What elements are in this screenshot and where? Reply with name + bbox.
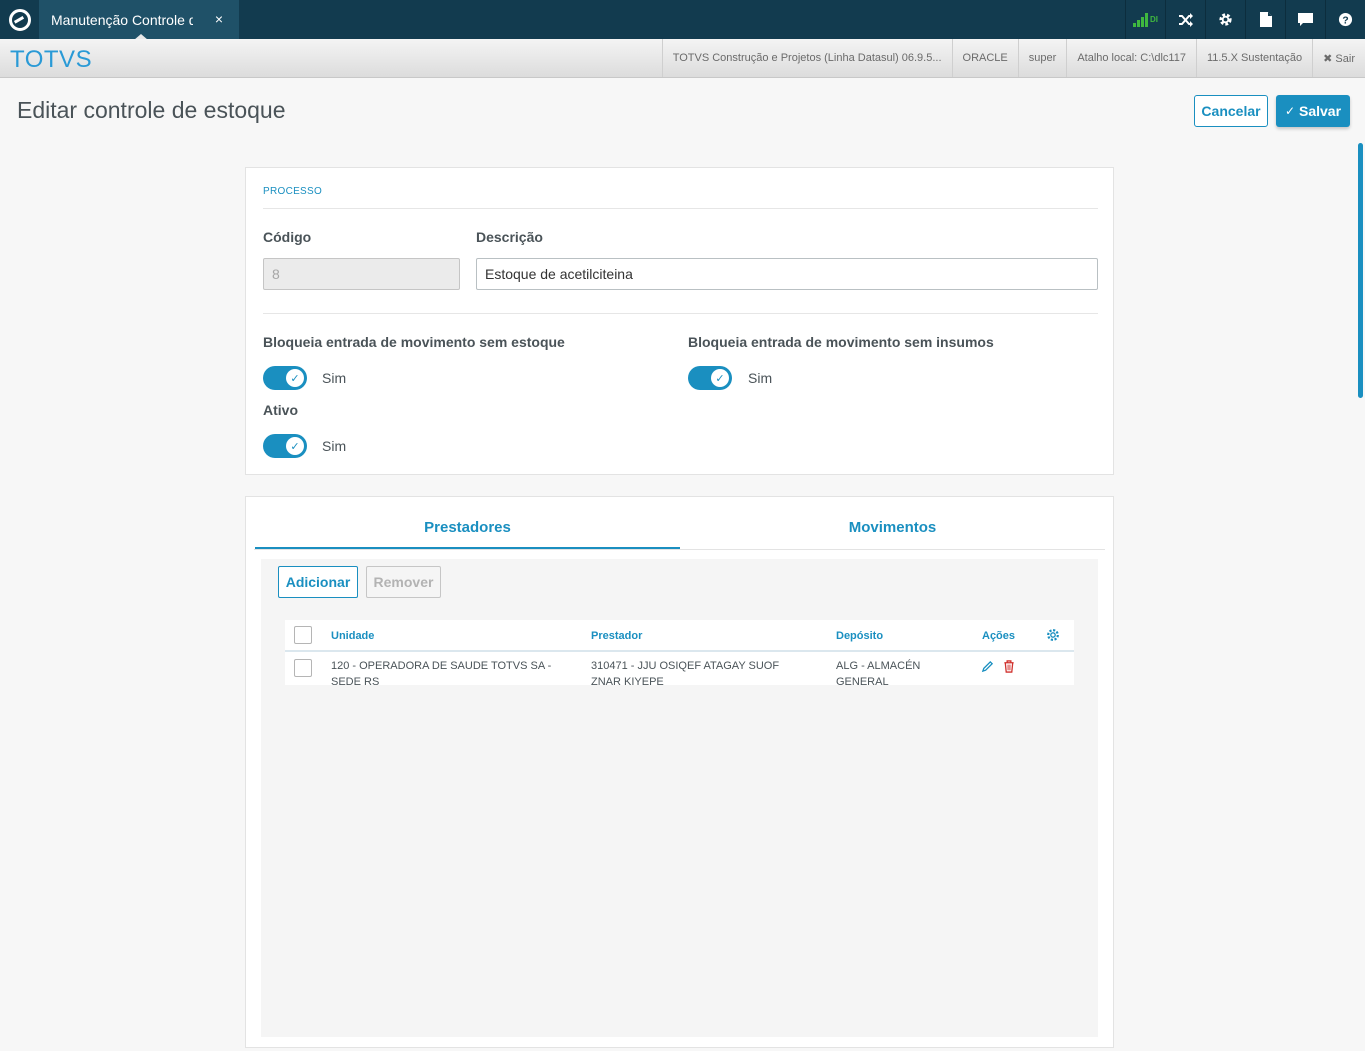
bloqueia-estoque-switch[interactable]: ✓ bbox=[263, 366, 307, 390]
descricao-field[interactable]: Estoque de acetilciteina bbox=[476, 258, 1098, 290]
ativo-switch[interactable]: ✓ bbox=[263, 434, 307, 458]
cell-unidade: 120 - OPERADORA DE SAUDE TOTVS SA - SEDE… bbox=[331, 660, 552, 688]
help-icon[interactable]: ? bbox=[1325, 0, 1365, 39]
table-header: Unidade Prestador Depósito Ações bbox=[285, 620, 1074, 652]
shortcut-info: Atalho local: C:\dlc117 bbox=[1066, 39, 1196, 77]
divider bbox=[263, 313, 1098, 314]
check-icon: ✓ bbox=[286, 437, 304, 455]
ativo-label: Ativo bbox=[263, 402, 298, 418]
check-icon: ✓ bbox=[286, 369, 304, 387]
brand-bar: TOTVS TOTVS Construção e Projetos (Linha… bbox=[0, 39, 1365, 78]
tab-prestadores[interactable]: Prestadores bbox=[255, 510, 680, 550]
save-button-label: Salvar bbox=[1299, 103, 1342, 119]
page-scrollbar[interactable] bbox=[1358, 143, 1363, 398]
prestadores-panel: Adicionar Remover Unidade Prestador Depó… bbox=[261, 559, 1098, 1037]
tabs-divider bbox=[254, 549, 1105, 550]
save-button[interactable]: ✓ Salvar bbox=[1276, 95, 1350, 127]
header-prestador[interactable]: Prestador bbox=[591, 630, 642, 642]
connection-signal-icon[interactable]: DI bbox=[1125, 0, 1165, 39]
descricao-label: Descrição bbox=[476, 229, 543, 245]
cell-deposito: ALG - ALMACÉN GENERAL bbox=[836, 660, 921, 688]
processo-card: PROCESSO Código 8 Descrição Estoque de a… bbox=[245, 167, 1114, 475]
section-label: PROCESSO bbox=[263, 186, 323, 197]
signal-label: DI bbox=[1150, 15, 1158, 24]
top-bar: Manutenção Controle de Estoque × DI ? bbox=[0, 0, 1365, 40]
chat-icon[interactable] bbox=[1285, 0, 1325, 39]
header-unidade[interactable]: Unidade bbox=[331, 630, 374, 642]
user-info: super bbox=[1017, 39, 1067, 77]
table-row: 120 - OPERADORA DE SAUDE TOTVS SA - SEDE… bbox=[285, 652, 1074, 688]
codigo-field[interactable]: 8 bbox=[263, 258, 460, 290]
codigo-label: Código bbox=[263, 229, 312, 245]
select-all-checkbox[interactable] bbox=[294, 626, 312, 644]
product-info: TOTVS Construção e Projetos (Linha Datas… bbox=[661, 39, 952, 77]
remove-button: Remover bbox=[366, 566, 441, 598]
bloqueia-insumos-value: Sim bbox=[748, 370, 773, 386]
gear-icon[interactable] bbox=[1205, 0, 1245, 39]
divider bbox=[263, 208, 1098, 209]
bloqueia-insumos-label: Bloqueia entrada de movimento sem insumo… bbox=[688, 334, 994, 350]
column-settings-gear-icon[interactable] bbox=[1046, 628, 1060, 645]
tabs-card: Prestadores Movimentos Adicionar Remover… bbox=[245, 496, 1114, 1048]
version-info: 11.5.X Sustentação bbox=[1195, 39, 1312, 77]
bloqueia-estoque-value: Sim bbox=[322, 370, 347, 386]
page-title: Editar controle de estoque bbox=[17, 97, 286, 123]
brand-logo: TOTVS bbox=[10, 46, 93, 73]
shuffle-icon[interactable] bbox=[1165, 0, 1205, 39]
document-icon[interactable] bbox=[1245, 0, 1285, 39]
svg-text:?: ? bbox=[1342, 15, 1348, 26]
edit-pencil-icon[interactable] bbox=[981, 660, 994, 676]
bloqueia-insumos-switch[interactable]: ✓ bbox=[688, 366, 732, 390]
header-deposito[interactable]: Depósito bbox=[836, 630, 883, 642]
tab-movimentos[interactable]: Movimentos bbox=[680, 510, 1105, 550]
add-button[interactable]: Adicionar bbox=[278, 566, 358, 598]
database-info: ORACLE bbox=[951, 39, 1018, 77]
delete-trash-icon[interactable] bbox=[1003, 660, 1015, 676]
prestadores-table: Unidade Prestador Depósito Ações 120 - O… bbox=[285, 620, 1074, 688]
session-info: TOTVS Construção e Projetos (Linha Datas… bbox=[661, 39, 1365, 77]
header-acoes: Ações bbox=[982, 630, 1016, 642]
tab-label: Manutenção Controle de Estoque bbox=[51, 11, 193, 28]
tab-close-icon[interactable]: × bbox=[215, 11, 223, 27]
ativo-value: Sim bbox=[322, 438, 347, 454]
row-checkbox[interactable] bbox=[294, 659, 312, 677]
top-icons: DI ? bbox=[1125, 0, 1365, 39]
tab-manutencao-controle[interactable]: Manutenção Controle de Estoque × bbox=[39, 0, 239, 40]
check-icon: ✓ bbox=[1284, 104, 1295, 118]
check-icon: ✓ bbox=[711, 369, 729, 387]
bloqueia-estoque-label: Bloqueia entrada de movimento sem estoqu… bbox=[263, 334, 565, 350]
cancel-button[interactable]: Cancelar bbox=[1194, 95, 1268, 127]
totvs-logo-icon[interactable] bbox=[0, 0, 39, 39]
logout-link[interactable]: ✖ Sair bbox=[1312, 39, 1365, 77]
cell-prestador: 310471 - JJU OSIQEF ATAGAY SUOF ZNAR KIY… bbox=[591, 660, 780, 688]
